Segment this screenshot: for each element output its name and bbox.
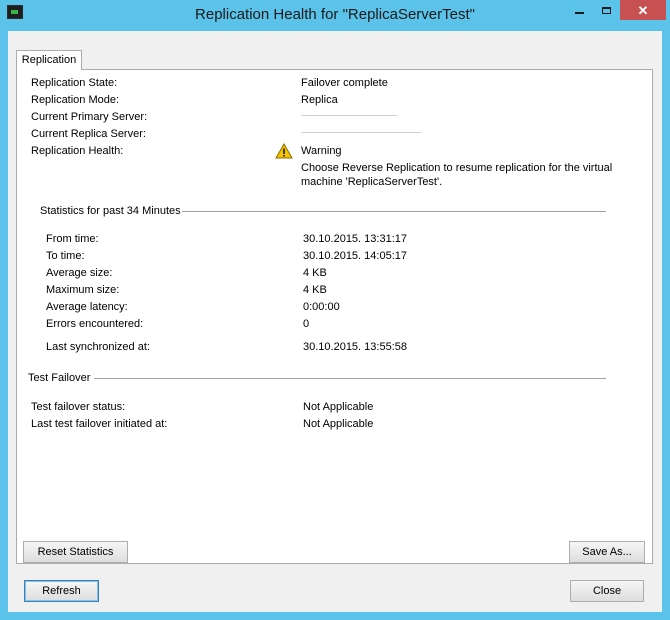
from-time-label: From time: [46,233,99,245]
redacted-primary-server [301,115,397,116]
replication-mode-value: Replica [301,94,338,106]
current-replica-server-label: Current Replica Server: [31,128,146,140]
replication-health-value: Warning [301,145,342,157]
test-failover-status-value: Not Applicable [303,401,374,413]
maximum-size-value: 4 KB [303,284,327,296]
replication-state-label: Replication State: [31,77,118,89]
close-button[interactable]: Close [570,580,644,602]
last-test-failover-label: Last test failover initiated at: [31,418,168,430]
replication-state-value: Failover complete [301,77,388,89]
dialog-window: Replication Health for "ReplicaServerTes… [0,0,670,620]
close-window-button[interactable]: ✕ [620,0,666,20]
close-icon: ✕ [637,2,649,18]
title-bar[interactable]: Replication Health for "ReplicaServerTes… [0,0,670,31]
tab-replication[interactable]: Replication [16,50,82,70]
warning-icon [275,143,293,159]
test-failover-status-label: Test failover status: [31,401,126,413]
health-message-line-2: machine 'ReplicaServerTest'. [301,176,443,188]
current-primary-server-label: Current Primary Server: [31,111,148,123]
statistics-divider [182,211,606,212]
statistics-heading: Statistics for past 34 Minutes [40,205,181,217]
average-latency-label: Average latency: [46,301,128,313]
maximize-button[interactable] [593,0,620,20]
errors-encountered-value: 0 [303,318,310,330]
average-latency-value: 0:00:00 [303,301,340,313]
save-as-button[interactable]: Save As... [569,541,645,563]
reset-statistics-button[interactable]: Reset Statistics [23,541,128,563]
maximum-size-label: Maximum size: [46,284,120,296]
average-size-label: Average size: [46,267,113,279]
replication-health-label: Replication Health: [31,145,124,157]
test-failover-divider [94,378,606,379]
to-time-value: 30.10.2015. 14:05:17 [303,250,407,262]
average-size-value: 4 KB [303,267,327,279]
redacted-replica-server [301,132,421,133]
minimize-icon [575,12,584,14]
refresh-button[interactable]: Refresh [24,580,99,602]
last-synchronized-value: 30.10.2015. 13:55:58 [303,341,407,353]
errors-encountered-label: Errors encountered: [46,318,144,330]
to-time-label: To time: [46,250,85,262]
last-synchronized-label: Last synchronized at: [46,341,150,353]
minimize-button[interactable] [566,0,593,20]
test-failover-heading: Test Failover [28,372,91,384]
replication-mode-label: Replication Mode: [31,94,120,106]
maximize-icon [602,6,611,14]
from-time-value: 30.10.2015. 13:31:17 [303,233,407,245]
replication-panel: Replication State: Failover complete Rep… [16,69,653,564]
last-test-failover-value: Not Applicable [303,418,374,430]
health-message-line-1: Choose Reverse Replication to resume rep… [301,162,613,174]
dialog-client-area: Replication Replication State: Failover … [8,31,662,612]
